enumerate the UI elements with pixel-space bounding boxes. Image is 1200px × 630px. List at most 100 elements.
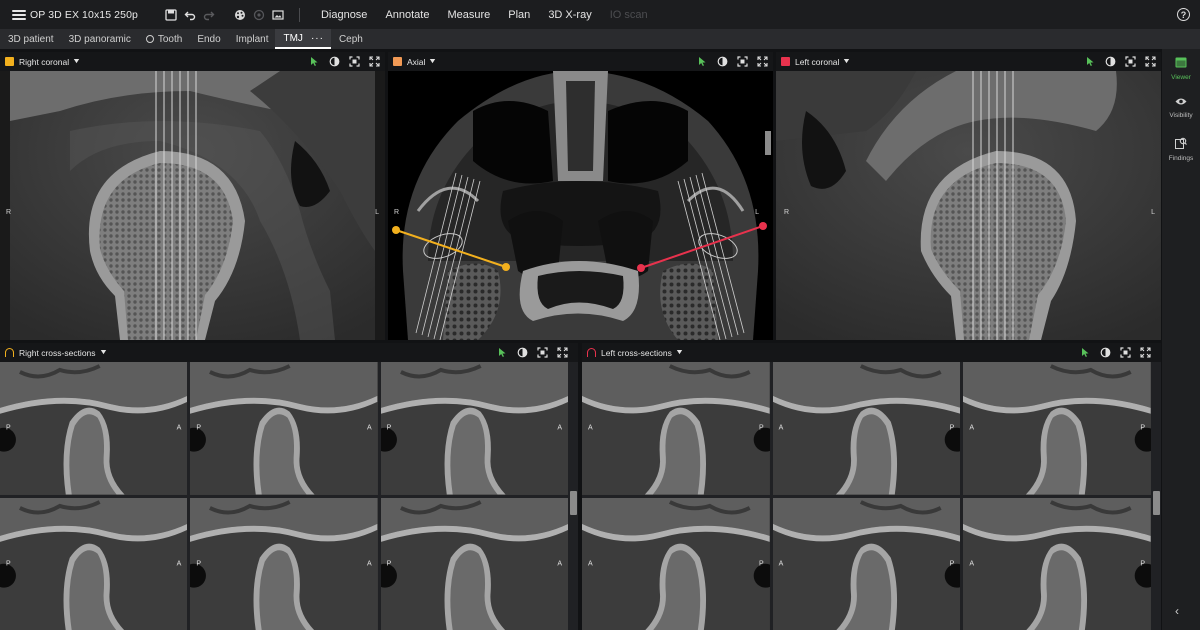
cross-section-slice[interactable]: PA <box>380 362 568 495</box>
contrast-icon[interactable] <box>1105 56 1116 67</box>
tab-implant[interactable]: Implant <box>228 29 276 49</box>
undo-icon[interactable] <box>184 9 196 21</box>
cursor-icon[interactable] <box>497 347 508 358</box>
scrollbar-thumb[interactable] <box>570 491 577 515</box>
tab-tmj[interactable]: TMJ ··· <box>275 29 331 49</box>
screenshot-icon[interactable] <box>272 9 284 21</box>
tab-label: TMJ <box>283 32 303 44</box>
chevron-down-icon[interactable]: ▼ <box>98 349 107 356</box>
contrast-icon[interactable] <box>517 347 528 358</box>
cross-section-slice[interactable]: PA <box>190 362 378 495</box>
tab-3d-patient[interactable]: 3D patient <box>0 29 61 49</box>
cross-section-slice[interactable]: AP <box>963 362 1151 495</box>
chevron-down-icon[interactable]: ▼ <box>842 58 851 65</box>
panel-title[interactable]: Axial <box>407 57 425 67</box>
scrollbar-thumb[interactable] <box>1153 491 1160 515</box>
cross-section-grid: AP AP AP A P A P A P <box>582 362 1151 630</box>
cursor-icon[interactable] <box>309 56 320 67</box>
contrast-icon[interactable] <box>1100 347 1111 358</box>
axial-image[interactable] <box>388 71 773 340</box>
orientation-left: P <box>386 424 392 432</box>
axial-panel[interactable]: Axial ▼ R L <box>388 52 773 340</box>
cross-section-slice[interactable]: AP <box>772 497 961 630</box>
fullscreen-icon[interactable] <box>369 56 380 67</box>
menu-plan[interactable]: Plan <box>499 9 539 21</box>
panel-title[interactable]: Left coronal <box>795 57 839 67</box>
save-icon[interactable] <box>165 8 177 21</box>
sidebar-item-visibility[interactable]: Visibility <box>1162 97 1200 119</box>
coronal-image[interactable] <box>776 71 1161 340</box>
panel-title[interactable]: Left cross-sections <box>601 348 672 358</box>
orientation-left: R <box>6 209 12 216</box>
fit-icon[interactable] <box>537 347 548 358</box>
orientation-left: P <box>386 560 392 568</box>
orientation-left: A <box>969 560 974 568</box>
main-menu: Diagnose Annotate Measure Plan 3D X-ray … <box>312 9 657 21</box>
orientation-right: A <box>366 424 372 432</box>
coronal-image[interactable] <box>0 71 385 340</box>
fullscreen-icon[interactable] <box>1140 347 1151 358</box>
cross-section-slice[interactable]: PA <box>380 497 568 630</box>
more-options-icon[interactable]: ··· <box>311 33 324 44</box>
help-icon[interactable]: ? <box>1177 8 1190 21</box>
panel-title[interactable]: Right coronal <box>19 57 69 67</box>
right-coronal-panel[interactable]: Right coronal ▼ R L <box>0 52 385 340</box>
sidebar-item-viewer[interactable]: Viewer <box>1162 57 1200 81</box>
fit-icon[interactable] <box>1120 347 1131 358</box>
fullscreen-icon[interactable] <box>557 347 568 358</box>
chevron-down-icon[interactable]: ▼ <box>72 58 81 65</box>
hamburger-menu-icon[interactable] <box>12 9 26 20</box>
menu-annotate[interactable]: Annotate <box>376 9 438 21</box>
contrast-icon[interactable] <box>717 56 728 67</box>
palette-icon[interactable] <box>234 9 246 21</box>
cursor-icon[interactable] <box>1085 56 1096 67</box>
panel-header: Axial ▼ <box>388 52 773 71</box>
top-toolbar: OP 3D EX 10x15 250p Diagnose Annotate Me… <box>0 0 1200 29</box>
right-cross-sections-panel[interactable]: Right cross-sections ▼ PA P A P A P A P … <box>0 343 578 630</box>
orientation-left: P <box>196 424 201 432</box>
cross-section-slice[interactable]: AP <box>963 497 1151 630</box>
tab-tooth[interactable]: Tooth <box>138 29 189 49</box>
chevron-down-icon[interactable]: ▼ <box>428 58 437 65</box>
left-cross-sections-panel[interactable]: Left cross-sections ▼ AP A P A P A P A P… <box>582 343 1161 630</box>
orientation-left: A <box>588 560 593 568</box>
fit-icon[interactable] <box>349 56 360 67</box>
fit-icon[interactable] <box>737 56 748 67</box>
contrast-icon[interactable] <box>329 56 340 67</box>
orientation-left: A <box>778 424 784 432</box>
cross-section-slice[interactable]: PA <box>0 362 188 495</box>
orientation-right: L <box>755 209 759 216</box>
cursor-icon[interactable] <box>1080 347 1091 358</box>
tab-label: 3D patient <box>8 33 54 45</box>
tmj-icon <box>587 348 596 357</box>
cross-section-slice[interactable]: PA <box>0 497 188 630</box>
cross-section-slice[interactable]: AP <box>582 497 770 630</box>
study-title: OP 3D EX 10x15 250p <box>30 8 138 21</box>
orientation-left: P <box>6 560 11 568</box>
left-coronal-panel[interactable]: Left coronal ▼ R L <box>776 52 1161 340</box>
cross-section-slice[interactable]: AP <box>582 362 770 495</box>
tab-3d-panoramic[interactable]: 3D panoramic <box>61 29 138 49</box>
panel-title[interactable]: Right cross-sections <box>19 348 96 358</box>
redo-icon[interactable] <box>203 9 215 21</box>
cross-section-slice[interactable]: AP <box>772 362 961 495</box>
orientation-left: P <box>196 560 201 568</box>
fit-icon[interactable] <box>1125 56 1136 67</box>
tab-endo[interactable]: Endo <box>189 29 227 49</box>
menu-3d-xray[interactable]: 3D X-ray <box>539 9 600 21</box>
sidebar-item-findings[interactable]: Findings <box>1162 137 1200 162</box>
chevron-down-icon[interactable]: ▼ <box>675 349 684 356</box>
cross-section-slice[interactable]: PA <box>190 497 378 630</box>
fullscreen-icon[interactable] <box>757 56 768 67</box>
sidebar-item-label: Viewer <box>1171 74 1191 81</box>
menu-io-scan: IO scan <box>609 8 648 21</box>
sidebar-item-label: Visibility <box>1169 112 1193 119</box>
camera-icon <box>253 9 265 21</box>
cursor-icon[interactable] <box>697 56 708 67</box>
collapse-sidebar-icon[interactable]: ‹ <box>1175 604 1179 618</box>
menu-measure[interactable]: Measure <box>438 9 499 21</box>
orientation-right: P <box>758 560 764 568</box>
tab-ceph[interactable]: Ceph <box>331 29 370 49</box>
menu-diagnose[interactable]: Diagnose <box>312 9 376 21</box>
fullscreen-icon[interactable] <box>1145 56 1156 67</box>
